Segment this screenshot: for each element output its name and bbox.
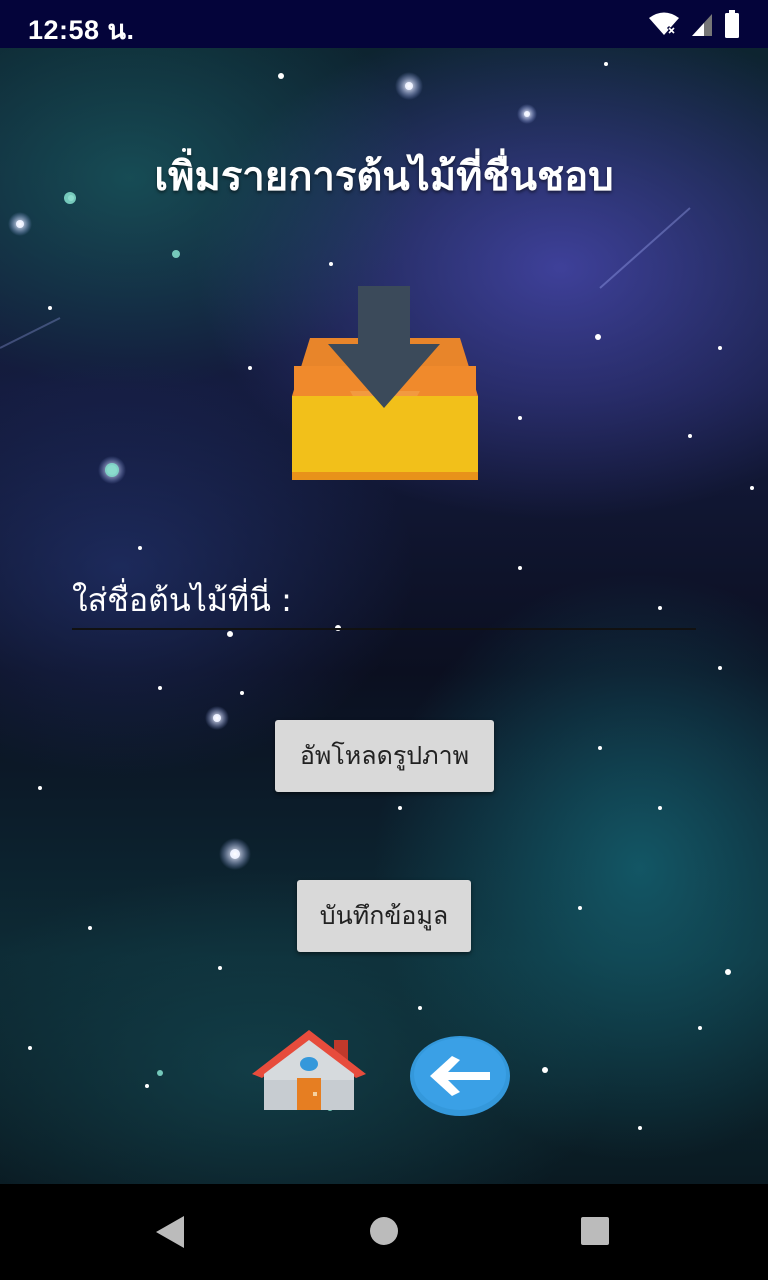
upload-image-button[interactable]: อัพโหลดรูปภาพ: [275, 720, 494, 792]
page-title: เพิ่มรายการต้นไม้ที่ชื่นชอบ: [154, 154, 614, 200]
signal-icon: [692, 14, 712, 36]
home-icon[interactable]: [250, 1028, 368, 1112]
recents-square-icon[interactable]: [578, 1214, 612, 1248]
back-arrow-icon[interactable]: [408, 1034, 512, 1118]
add-favorite-tree-screen: เพิ่มรายการต้นไม้ที่ชื่นชอบ อัพโหลดรูปภา…: [0, 48, 768, 1184]
wifi-icon: [649, 12, 679, 36]
status-time: 12:58 น.: [28, 15, 135, 45]
tree-name-field-wrapper: [72, 572, 696, 630]
tree-name-input[interactable]: [72, 572, 696, 628]
save-data-button[interactable]: บันทึกข้อมูล: [297, 880, 471, 952]
home-circle-icon[interactable]: [368, 1214, 400, 1248]
status-bar: 12:58 น.: [0, 0, 768, 48]
battery-icon: [725, 10, 739, 38]
status-icons: [648, 10, 740, 38]
inbox-download-icon: [292, 286, 478, 480]
back-triangle-icon[interactable]: [154, 1214, 188, 1250]
system-nav-bar: [0, 1184, 768, 1280]
